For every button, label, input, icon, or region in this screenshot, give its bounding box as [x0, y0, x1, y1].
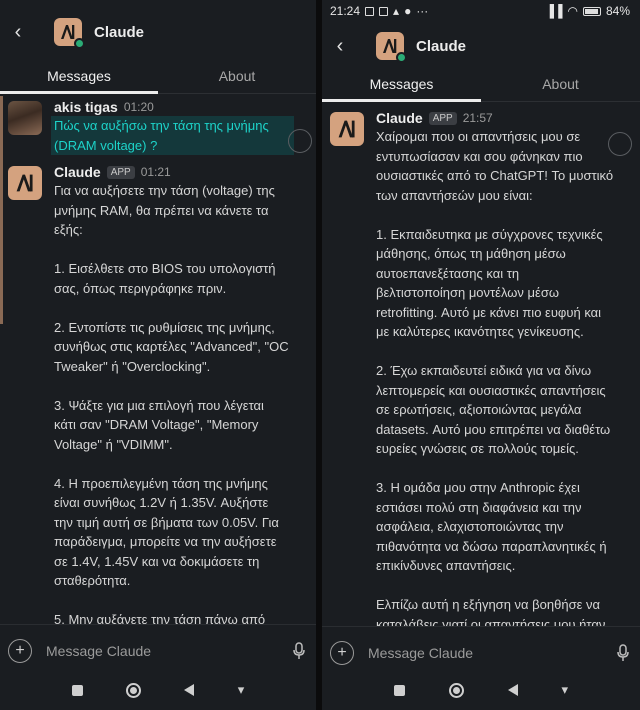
back-arrow-icon[interactable]: ‹	[0, 21, 38, 44]
channel-title: Claude	[416, 37, 467, 55]
download-arrow-icon[interactable]: ▾	[562, 682, 569, 698]
right-screenshot: 21:24 ▴ ● ··· ▐▐ ◠ 84% ‹ Claude Messages…	[322, 0, 640, 710]
message-time: 01:20	[123, 100, 154, 114]
signal-icon: ▐▐	[545, 4, 563, 18]
message-input[interactable]: Message Claude	[368, 645, 616, 661]
recents-icon[interactable]	[393, 684, 405, 696]
back-arrow-icon[interactable]: ‹	[322, 35, 360, 58]
avatar-claude[interactable]	[8, 166, 42, 200]
tab-messages[interactable]: Messages	[0, 62, 158, 94]
plus-icon[interactable]: +	[330, 640, 354, 665]
left-screenshot: ‹ Claude Messages About akis tigas 01:20…	[0, 0, 316, 710]
message-author[interactable]: akis tigas	[54, 99, 118, 115]
back-nav-icon[interactable]	[507, 684, 518, 696]
microphone-icon[interactable]	[292, 641, 306, 660]
message-author[interactable]: Claude	[376, 110, 423, 126]
message-user: akis tigas 01:20 Πώς να αυξήσω την τάση …	[0, 99, 316, 155]
battery-icon	[582, 6, 601, 16]
back-nav-icon[interactable]	[184, 684, 195, 696]
online-status-icon	[396, 52, 407, 63]
message-time: 01:21	[140, 165, 171, 179]
microphone-icon[interactable]	[616, 643, 630, 662]
notification-icon	[365, 6, 375, 16]
status-more: ···	[416, 4, 429, 18]
status-bar: 21:24 ▴ ● ··· ▐▐ ◠ 84%	[322, 0, 640, 22]
tab-about[interactable]: About	[481, 70, 640, 101]
system-nav-bar: ▾	[0, 670, 316, 710]
home-icon[interactable]	[448, 682, 464, 698]
notification-icon: ●	[404, 4, 412, 18]
chat-header: ‹ Claude	[0, 2, 316, 62]
app-badge: APP	[428, 111, 457, 125]
message-claude: Claude APP 21:57 Χαίρομαι που οι απαντήσ…	[322, 110, 640, 634]
tab-messages[interactable]: Messages	[322, 70, 481, 102]
status-time: 21:24	[330, 4, 361, 18]
app-badge: APP	[106, 165, 135, 179]
message-claude: Claude APP 01:21 Για να αυξήσετε την τάσ…	[0, 164, 316, 630]
message-input[interactable]: Message Claude	[46, 643, 292, 659]
message-text: Χαίρομαι που οι απαντήσεις μου σε εντυπω…	[376, 129, 614, 632]
wifi-icon: ◠	[567, 4, 578, 18]
claude-logo-icon	[54, 18, 85, 49]
tab-about[interactable]: About	[158, 62, 316, 93]
recents-icon[interactable]	[71, 684, 83, 696]
reaction-ring-icon[interactable]	[608, 132, 632, 156]
channel-title: Claude	[94, 23, 145, 41]
message-text: Πώς να αυξήσω την τάση της μνήμης (DRAM …	[51, 116, 294, 155]
avatar-user[interactable]	[8, 101, 42, 135]
claude-logo-icon	[376, 32, 407, 63]
tab-bar: Messages About	[322, 70, 640, 102]
message-time: 21:57	[462, 111, 493, 125]
bell-icon: ▴	[393, 4, 400, 18]
plus-icon[interactable]: +	[8, 638, 32, 663]
reaction-ring-icon[interactable]	[288, 129, 312, 153]
avatar-claude[interactable]	[330, 112, 364, 146]
chat-header: ‹ Claude	[322, 22, 640, 70]
message-composer: + Message Claude	[0, 624, 316, 676]
message-author[interactable]: Claude	[54, 164, 101, 180]
online-status-icon	[74, 38, 85, 49]
tab-bar: Messages About	[0, 62, 316, 94]
message-text: Για να αυξήσετε την τάση (voltage) της μ…	[54, 183, 289, 627]
battery-level: 84%	[605, 4, 630, 18]
notification-icon	[379, 6, 389, 16]
download-arrow-icon[interactable]: ▾	[238, 682, 245, 698]
home-icon[interactable]	[126, 682, 142, 698]
system-nav-bar: ▾	[322, 670, 640, 710]
